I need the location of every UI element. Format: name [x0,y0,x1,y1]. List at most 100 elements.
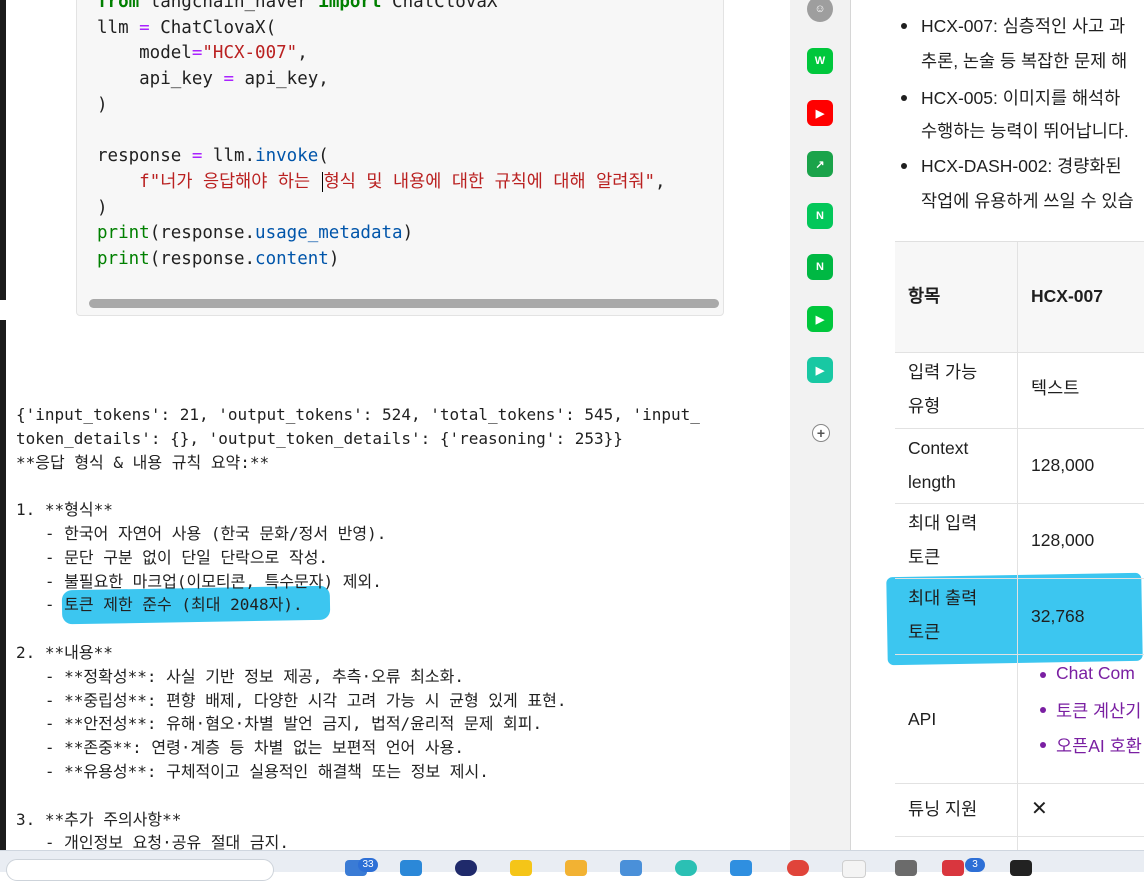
notification-badge: 3 [965,858,985,872]
code-token: response [97,146,192,167]
bullet-dot [901,23,907,29]
cross-icon: ✕ [1031,798,1048,820]
code-line[interactable]: response = llm.invoke( [97,145,329,167]
bullet-text: 작업에 유용하게 쓰일 수 있습 [921,191,1134,211]
row-value: 128,000 [1031,530,1095,550]
chart-app-icon[interactable]: ↗ [807,151,833,177]
taskbar: 33 3 [0,850,1144,881]
code-token: ) [402,223,414,244]
output-line: - **안전성**: 유해·혐오·차별 발언 금지, 법적/윤리적 문제 회피. [16,714,543,734]
text-cursor [321,171,323,192]
app-icon[interactable] [455,860,477,876]
output-line: - **정확성**: 사실 기반 정보 제공, 추측·오류 최소화. [16,666,464,686]
code-token: = [139,17,150,38]
code-line[interactable]: from langchain_naver import ChatClovaX [97,0,497,13]
output-line: 3. **추가 주의사항** [16,809,182,829]
app-icon[interactable] [787,860,809,876]
output-line: {'input_tokens': 21, 'output_tokens': 52… [16,405,700,424]
play-icon[interactable]: ▶ [807,306,833,332]
bullet-dot [1040,707,1046,713]
app-icon[interactable] [675,860,697,876]
code-token: , [297,43,308,64]
code-cell[interactable]: from langchain_naver import ChatClovaX ll… [76,0,724,316]
code-token: = [191,146,203,167]
row-label-api: API [908,709,937,729]
output-line: - **중립성**: 편향 배제, 다양한 시각 고려 가능 시 균형 있게 표… [16,690,567,710]
app-icon[interactable] [510,860,532,876]
taskbar-search[interactable] [6,859,274,881]
row-label: 튜닝 지원 [908,799,978,819]
calendar-icon[interactable] [620,860,642,876]
code-token: 형식 및 내용에 대한 규칙에 대해 알려줘" [323,171,655,192]
code-token: ) [328,249,340,269]
code-line[interactable]: ) [97,197,108,219]
row-label: 입력 가능 [908,362,978,382]
code-token: ) [97,94,108,115]
row-divider [895,836,1144,837]
naver-note-icon[interactable]: N [807,254,833,280]
row-divider [895,783,1144,784]
code-token: ChatClovaX [381,0,498,12]
code-token: print [97,249,150,269]
row-label: Context [908,438,969,458]
app-icon[interactable] [400,860,422,876]
api-link[interactable]: 토큰 계산기 [1056,698,1141,723]
code-line[interactable]: f"너가 응답해야 하는 형식 및 내용에 대한 규칙에 대해 알려줘", [97,171,666,193]
bullet-text: HCX-007: 심층적인 사고 과 [921,16,1126,36]
webtoon-icon[interactable]: W [807,48,833,74]
api-link[interactable]: 오픈AI 호환 [1056,733,1142,758]
bullet-dot [901,163,907,169]
code-token: print [97,223,150,244]
output-line: 2. **내용** [16,643,113,662]
code-token: = [223,69,234,90]
avatar-icon[interactable]: ☺ [807,0,833,22]
bullet-text: HCX-005: 이미지를 해석하 [921,88,1121,108]
row-divider [895,503,1144,504]
youtube-icon[interactable]: ▶ [807,100,833,126]
code-token: (response. [149,249,256,269]
output-line: - 한국어 자연어 사용 (한국 문화/정서 반영). [16,524,387,543]
window-edge [0,0,6,850]
code-token: f"너가 응답해야 하는 [139,171,321,192]
browser-side-panel: ☺ W ▶ ↗ N N ▶ ▶ + [790,0,851,850]
row-divider [895,654,1144,655]
row-label: length [908,472,956,492]
code-token: model [97,43,192,64]
notification-badge: 33 [358,858,378,872]
output-line: - 개인정보 요청·공유 절대 금지. [16,833,289,850]
naver-n-icon[interactable]: N [807,203,833,229]
app-icon[interactable] [895,860,917,876]
api-link[interactable]: Chat Com [1056,663,1135,684]
row-divider [895,428,1144,429]
add-icon[interactable]: + [812,424,830,442]
row-label: 토큰 [908,547,941,567]
output-line: token_details': {}, 'output_token_detail… [16,428,623,448]
code-line[interactable]: print(response.content) [97,248,339,270]
row-label: 최대 입력 [908,513,978,533]
code-line[interactable]: model="HCX-007", [97,42,308,64]
code-token: from [97,0,140,12]
row-value: 32,768 [1031,606,1085,626]
code-line[interactable]: llm = ChatClovaX( [97,17,276,39]
row-divider [895,578,1144,579]
vscode-icon[interactable] [730,860,752,876]
bullet-text: 수행하는 능력이 뛰어납니다. [921,121,1129,141]
horizontal-scrollbar[interactable] [89,299,719,308]
code-line[interactable]: print(response.usage_metadata) [97,222,413,244]
column-divider [1017,242,1018,850]
folder-icon[interactable] [565,860,587,876]
app-icon[interactable] [942,860,964,876]
code-token: import [318,0,382,12]
code-line[interactable]: ) [97,94,108,116]
output-line: - **존중**: 연령·계층 등 차별 없는 보편적 언어 사용. [16,738,464,758]
code-token: usage_metadata [255,223,403,244]
header-item: 항목 [908,286,941,306]
document-icon[interactable] [842,860,866,878]
header-model: HCX-007 [1031,286,1103,306]
code-line[interactable]: api_key = api_key, [97,68,329,90]
app-icon[interactable] [1010,860,1032,876]
output-line: 1. **형식** [16,500,113,520]
media-player-icon[interactable]: ▶ [807,357,833,383]
bullet-dot [1040,672,1046,678]
